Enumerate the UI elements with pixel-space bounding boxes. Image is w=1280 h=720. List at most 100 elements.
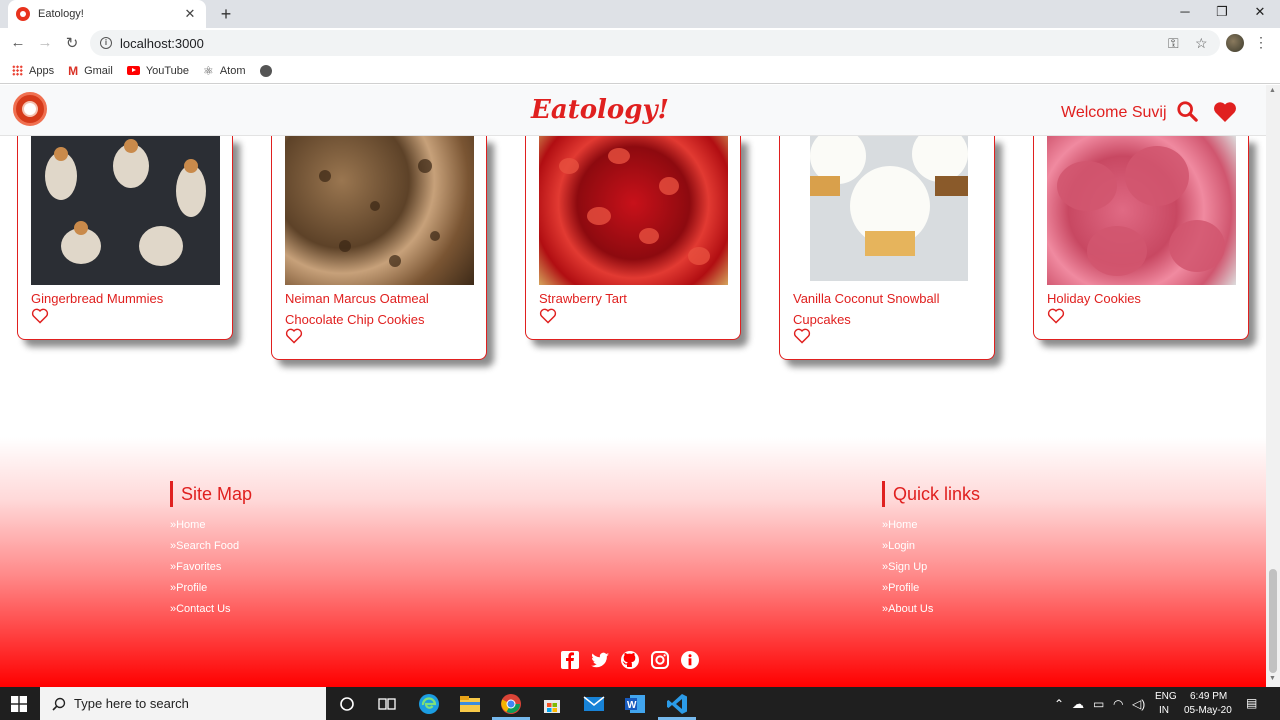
bookmark-globe[interactable] [259,64,278,77]
heart-outline-icon[interactable] [539,308,557,324]
browser-menu-icon[interactable]: ⋮ [1254,34,1268,51]
site-favicon-icon [16,7,30,21]
search-icon[interactable] [1176,100,1198,122]
minimize-icon[interactable]: ─ [1175,4,1195,19]
recipe-title[interactable]: Gingerbread Mummies [31,288,221,309]
recipe-image[interactable] [285,136,474,285]
keyboard-layout-indicator[interactable]: IN [1159,705,1169,716]
scroll-up-icon[interactable]: ▲ [1269,87,1276,94]
instagram-icon[interactable] [650,650,670,670]
quicklinks-section: Quick links »Home »Login »Sign Up »Profi… [882,481,980,620]
heart-outline-icon[interactable] [31,308,49,324]
recipe-card[interactable]: Holiday Cookies [1033,136,1249,340]
recipe-title[interactable]: Vanilla Coconut Snowball Cupcakes [793,288,983,330]
recipe-image[interactable] [539,136,728,285]
welcome-text: Welcome Suvij [1061,104,1167,121]
onedrive-cloud-icon[interactable]: ☁ [1072,697,1084,711]
clock-date[interactable]: 05-May-20 [1184,705,1232,716]
footer-link-sign-up[interactable]: »Sign Up [882,557,980,578]
file-explorer-icon[interactable] [458,692,482,716]
profile-avatar[interactable] [1226,34,1244,52]
recipe-image[interactable] [810,136,968,281]
tab-title: Eatology! [38,8,84,20]
recipe-title[interactable]: Holiday Cookies [1047,288,1237,309]
taskbar-search-placeholder: Type here to search [74,696,189,711]
bookmark-youtube[interactable]: YouTube [126,64,190,77]
recipe-image[interactable] [1047,136,1236,285]
sitemap-section: Site Map »Home »Search Food »Favorites »… [170,481,252,620]
footer-link-favorites[interactable]: »Favorites [170,557,252,578]
forward-icon[interactable]: → [35,34,55,51]
battery-icon[interactable]: ▭ [1093,697,1104,711]
address-bar[interactable]: i localhost:3000 [90,30,1220,56]
taskbar-search-box[interactable]: Type here to search [40,687,326,720]
atom-icon: ⚛ [203,63,214,78]
heart-outline-icon[interactable] [285,328,303,344]
bookmarks-bar: Apps M Gmail YouTube ⚛ Atom [0,58,1280,84]
close-window-icon[interactable]: ✕ [1250,4,1270,20]
reload-icon[interactable]: ↻ [62,34,82,52]
quicklinks-heading: Quick links [882,481,980,507]
recipe-card[interactable]: Neiman Marcus Oatmeal Chocolate Chip Coo… [271,136,487,360]
svg-text:W: W [627,700,637,711]
facebook-icon[interactable] [560,650,580,670]
recipe-title[interactable]: Strawberry Tart [539,288,729,309]
footer-link-home[interactable]: »Home [882,515,980,536]
back-icon[interactable]: ← [8,34,28,51]
windows-start-icon[interactable] [11,696,27,712]
url-text[interactable]: localhost:3000 [120,36,204,51]
scroll-down-icon[interactable]: ▼ [1269,675,1276,682]
recipe-card[interactable]: Vanilla Coconut Snowball Cupcakes [779,136,995,360]
show-hidden-icons-icon[interactable]: ⌃ [1054,697,1064,711]
vscode-icon[interactable] [665,692,689,716]
bookmark-gmail[interactable]: M Gmail [68,64,113,78]
footer-link-profile[interactable]: »Profile [882,578,980,599]
logo-icon[interactable] [13,92,47,126]
mail-icon[interactable] [582,692,606,716]
twitter-icon[interactable] [590,650,610,670]
new-tab-button[interactable]: + [216,4,236,25]
scroll-thumb[interactable] [1269,569,1277,673]
info-icon[interactable] [680,650,700,670]
recipe-title[interactable]: Neiman Marcus Oatmeal Chocolate Chip Coo… [285,288,475,330]
wifi-icon[interactable]: ◠ [1113,697,1123,711]
brand-title[interactable]: Eatology! [520,95,680,125]
microsoft-store-icon[interactable] [540,692,564,716]
footer-link-home[interactable]: »Home [170,515,252,536]
language-indicator[interactable]: ENG [1155,691,1177,702]
heart-outline-icon[interactable] [793,328,811,344]
windows-taskbar: Type here to search W ⌃ ☁ ▭ ◠ ◁) ENG IN … [0,687,1280,720]
key-icon[interactable]: ⚿ [1168,35,1179,52]
github-icon[interactable] [620,650,640,670]
footer-link-about-us[interactable]: »About Us [882,599,980,620]
bookmark-star-icon[interactable]: ☆ [1195,35,1208,52]
footer-link-login[interactable]: »Login [882,536,980,557]
cortana-icon[interactable] [335,692,359,716]
bookmark-atom[interactable]: ⚛ Atom [203,64,245,78]
browser-toolbar: ← → ↻ i localhost:3000 ⚿ ☆ [0,28,1280,58]
footer-link-profile[interactable]: »Profile [170,578,252,599]
footer-link-contact-us[interactable]: »Contact Us [170,599,252,620]
heart-outline-icon[interactable] [1047,308,1065,324]
bookmark-apps[interactable]: Apps [12,65,54,77]
chrome-icon[interactable] [499,692,523,716]
site-info-icon[interactable]: i [100,37,112,49]
maximize-icon[interactable]: ❐ [1212,4,1232,20]
page-scrollbar[interactable]: ▲ ▼ [1266,85,1280,687]
volume-icon[interactable]: ◁) [1132,697,1145,711]
notifications-icon[interactable]: ▤ [1246,696,1257,710]
recipe-image[interactable] [31,136,220,285]
clock-time[interactable]: 6:49 PM [1190,691,1227,702]
word-icon[interactable]: W [623,692,647,716]
browser-tab[interactable]: Eatology! ✕ [8,0,206,28]
favorites-heart-icon[interactable] [1213,101,1237,123]
apps-grid-icon [12,65,23,76]
bookmark-label: YouTube [145,64,190,77]
recipe-card[interactable]: Gingerbread Mummies [17,136,233,340]
globe-icon [259,64,272,77]
footer-link-search-food[interactable]: »Search Food [170,536,252,557]
close-tab-icon[interactable]: ✕ [182,6,198,22]
recipe-card[interactable]: Strawberry Tart [525,136,741,340]
task-view-icon[interactable] [375,692,399,716]
edge-icon[interactable] [417,692,441,716]
